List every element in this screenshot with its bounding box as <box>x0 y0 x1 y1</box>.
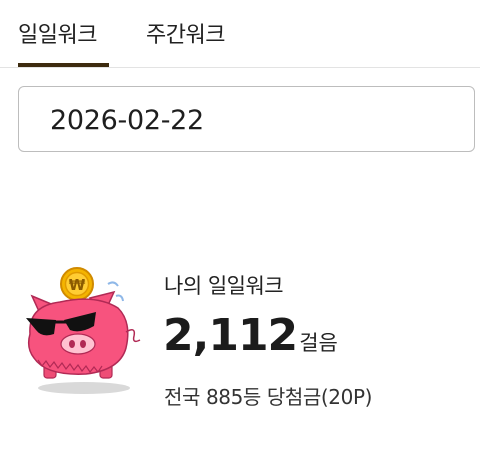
date-value: 2026-02-22 <box>50 105 204 136</box>
rank-prize-text: 전국 885등 당첨금(20P) <box>164 385 373 409</box>
tab-bar: 일일워크 주간워크 <box>0 0 480 68</box>
tab-daily-walk[interactable]: 일일워크 <box>18 17 97 49</box>
tab-weekly-walk[interactable]: 주간워크 <box>146 17 225 49</box>
step-count: 2,112걸음 <box>163 310 338 361</box>
step-count-value: 2,112 <box>163 310 298 361</box>
step-count-unit: 걸음 <box>299 331 338 355</box>
piggy-bank-coin-icon: ₩ <box>20 262 152 398</box>
summary-label: 나의 일일워크 <box>164 274 284 298</box>
date-field[interactable]: 2026-02-22 <box>18 86 475 152</box>
active-tab-indicator <box>18 63 109 67</box>
coin-won-symbol: ₩ <box>69 276 86 294</box>
